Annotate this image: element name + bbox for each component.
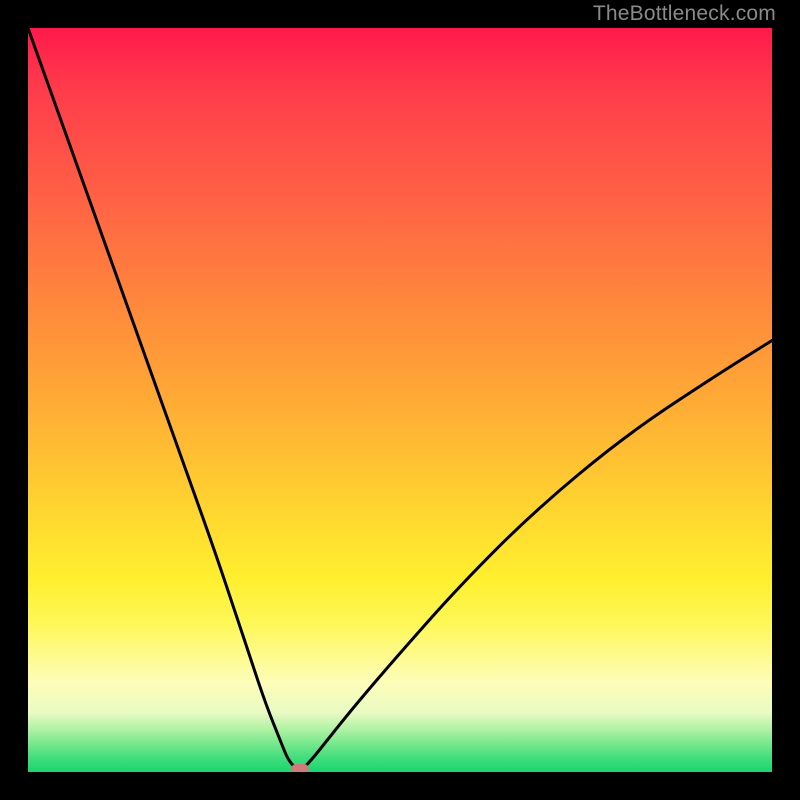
bottleneck-curve (28, 28, 772, 772)
plot-area (28, 28, 772, 772)
chart-frame: TheBottleneck.com (0, 0, 800, 800)
reference-marker (291, 764, 309, 772)
watermark-text: TheBottleneck.com (593, 2, 776, 26)
